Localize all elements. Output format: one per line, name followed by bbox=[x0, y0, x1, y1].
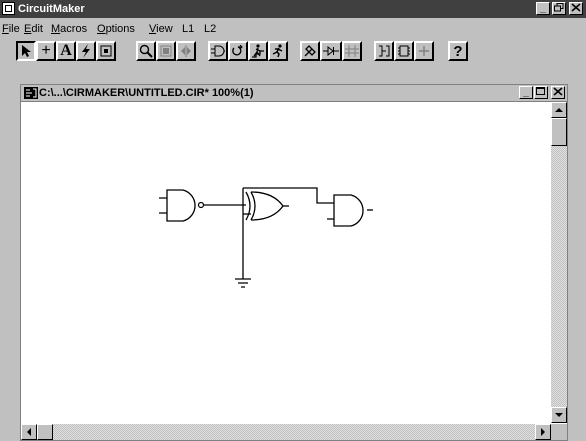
gate-device-button[interactable] bbox=[208, 41, 228, 61]
grid-icon bbox=[345, 45, 359, 57]
diode-button[interactable] bbox=[320, 41, 342, 61]
menu-bar: File Edit Macros Options View L1 L2 bbox=[0, 20, 586, 38]
arrow-up-icon bbox=[555, 108, 563, 112]
arrow-pointer-icon bbox=[22, 45, 31, 57]
menu-options-accel: O bbox=[97, 23, 106, 35]
arrow-right-icon bbox=[541, 428, 545, 436]
grid-button[interactable] bbox=[342, 41, 362, 61]
menu-l2[interactable]: L2 bbox=[204, 23, 216, 35]
text-tool-button[interactable]: A bbox=[56, 41, 76, 61]
doc-close-icon bbox=[553, 87, 563, 96]
restore-button[interactable] bbox=[552, 2, 566, 15]
menu-macros-accel: M bbox=[51, 23, 61, 35]
probe-button[interactable] bbox=[96, 41, 116, 61]
lightning-icon bbox=[82, 44, 90, 58]
app-title-bar[interactable]: CircuitMaker _ bbox=[0, 0, 586, 18]
menu-options-label: ptions bbox=[105, 23, 135, 35]
chip-icon bbox=[398, 45, 410, 57]
menu-edit-label: dit bbox=[31, 23, 43, 35]
maximize-icon bbox=[536, 87, 545, 95]
and-gate[interactable] bbox=[327, 194, 373, 227]
zoom-icon bbox=[139, 44, 153, 58]
loop-icon bbox=[232, 45, 243, 56]
horizontal-scroll-thumb[interactable] bbox=[37, 424, 53, 440]
select-tool-button[interactable] bbox=[16, 41, 36, 61]
chip-button[interactable] bbox=[394, 41, 414, 61]
menu-options[interactable]: Options bbox=[97, 23, 135, 35]
close-icon bbox=[571, 3, 581, 12]
arrow-left-icon bbox=[27, 428, 31, 436]
run-button[interactable] bbox=[268, 41, 288, 61]
zoom-button[interactable] bbox=[136, 41, 156, 61]
bus-button[interactable] bbox=[374, 41, 394, 61]
scrollbar-corner bbox=[551, 424, 567, 440]
probe-pen-button[interactable] bbox=[300, 41, 320, 61]
step-button[interactable] bbox=[248, 41, 268, 61]
doc-minimize-button[interactable]: _ bbox=[519, 86, 533, 99]
ground-symbol[interactable] bbox=[235, 270, 251, 288]
menu-macros[interactable]: Macros bbox=[51, 23, 87, 35]
xor-gate[interactable] bbox=[243, 191, 289, 221]
menu-file-accel: F bbox=[2, 23, 9, 35]
rotate-button[interactable] bbox=[156, 41, 176, 61]
stepper-icon bbox=[252, 44, 264, 58]
document-title: C:\...\CIRMAKER\UNTITLED.CIR* 100%(1) bbox=[39, 87, 254, 99]
arrow-down-icon bbox=[555, 413, 563, 417]
schematic-window: C:\...\CIRMAKER\UNTITLED.CIR* 100%(1) _ bbox=[20, 84, 568, 441]
mirror-button[interactable] bbox=[176, 41, 196, 61]
close-button[interactable] bbox=[569, 2, 583, 15]
restore-icon bbox=[554, 3, 564, 12]
doc-maximize-button[interactable] bbox=[534, 86, 548, 99]
toolbar: + A ? bbox=[0, 40, 586, 70]
diode-icon bbox=[323, 46, 339, 56]
vertical-scroll-thumb[interactable] bbox=[551, 118, 567, 146]
minimize-button[interactable]: _ bbox=[536, 2, 550, 15]
rotate-icon bbox=[160, 45, 172, 57]
circuitmaker-app-icon[interactable] bbox=[2, 2, 15, 15]
help-button[interactable]: ? bbox=[448, 41, 468, 61]
menu-view-label: iew bbox=[156, 23, 173, 35]
bus-icon bbox=[379, 45, 390, 57]
circuit-drawing bbox=[159, 187, 373, 288]
schematic-canvas[interactable] bbox=[21, 102, 551, 423]
gate-device-icon bbox=[211, 45, 225, 57]
schematic-doc-icon[interactable] bbox=[24, 87, 38, 99]
doc-close-button[interactable] bbox=[551, 86, 565, 99]
horizontal-scrollbar[interactable] bbox=[21, 424, 551, 440]
loop-button[interactable] bbox=[228, 41, 248, 61]
lightning-button[interactable] bbox=[76, 41, 96, 61]
menu-macros-label: acros bbox=[60, 23, 88, 35]
runner-icon bbox=[272, 44, 283, 58]
cross-button[interactable] bbox=[414, 41, 434, 61]
schematic-title-bar[interactable]: C:\...\CIRMAKER\UNTITLED.CIR* 100%(1) _ bbox=[21, 85, 567, 102]
cross-icon bbox=[419, 46, 429, 56]
app-title: CircuitMaker bbox=[18, 3, 85, 15]
menu-file[interactable]: File bbox=[2, 23, 20, 35]
wire-tool-button[interactable]: + bbox=[36, 41, 56, 61]
scroll-right-button[interactable] bbox=[535, 424, 551, 440]
vertical-scrollbar[interactable] bbox=[551, 102, 567, 423]
mirror-icon bbox=[181, 45, 191, 57]
menu-edit[interactable]: Edit bbox=[24, 23, 43, 35]
menu-file-label: ile bbox=[8, 23, 20, 35]
menu-l1[interactable]: L1 bbox=[182, 23, 194, 35]
nand-gate[interactable] bbox=[159, 189, 246, 222]
probe-icon bbox=[100, 45, 112, 57]
scroll-down-button[interactable] bbox=[551, 407, 567, 423]
menu-view[interactable]: View bbox=[149, 23, 173, 35]
wires bbox=[242, 187, 327, 270]
scroll-up-button[interactable] bbox=[551, 102, 567, 118]
scroll-left-button[interactable] bbox=[21, 424, 37, 440]
probe-pen-icon bbox=[304, 45, 316, 57]
